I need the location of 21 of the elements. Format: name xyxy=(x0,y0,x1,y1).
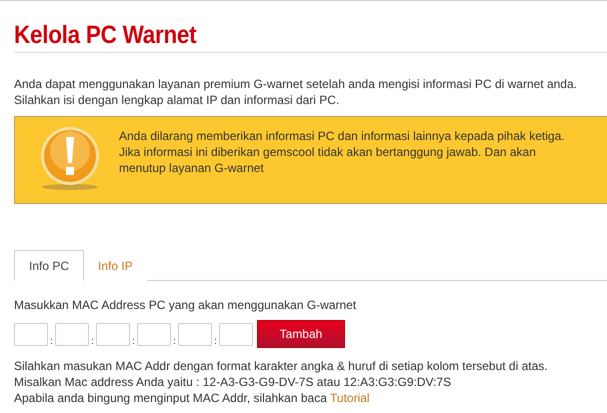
help-text: Silahkan masukan MAC Addr dengan format karakter angka & huruf di setiap kolom tersebut di atas. xyxy=(14,358,549,374)
intro-text: Anda dapat menggunakan layanan premium G-warnet setelah anda mengisi informasi PC di warnet anda. Silahkan isi dengan lengkap alamat IP dan informasi dari PC. xyxy=(14,76,578,108)
separator-text: : xyxy=(49,336,54,348)
tab[interactable]: Info PC xyxy=(14,250,84,281)
mac-input-field[interactable] xyxy=(96,322,130,346)
form-label: Masukkan MAC Address PC yang akan menggunakan G-warnet xyxy=(14,298,358,312)
separator-text: : xyxy=(90,336,95,348)
mac-input-field[interactable] xyxy=(178,322,212,346)
page-title: Kelola PC Warnet xyxy=(14,20,196,50)
mac-input-field[interactable] xyxy=(137,322,171,346)
mac-input-field[interactable] xyxy=(219,322,253,346)
separator-text: : xyxy=(131,336,136,348)
separator-text: : xyxy=(172,336,177,348)
tutorial-link[interactable]: Tutorial xyxy=(330,391,370,405)
mac-input-field[interactable] xyxy=(14,322,48,346)
separator-text: : xyxy=(213,336,218,348)
add-button[interactable]: Tambah xyxy=(257,320,345,348)
warning-text: Anda dilarang memberikan informasi PC dan informasi lainnya kepada pihak ketiga. Jika informasi ini diberikan gemscool tidak akan bertanggung jawab. Dan akan menutup layanan G-warnet xyxy=(119,128,565,176)
mac-input-field[interactable] xyxy=(55,322,89,346)
help-text: Misalkan Mac address Anda yaitu : 12-A3-G3-G9-DV-7S atau 12:A3:G3:G9:DV:7S xyxy=(14,374,452,390)
help-text: Apabila anda bingung menginput MAC Addr, silahkan baca Tutorial xyxy=(14,390,371,406)
